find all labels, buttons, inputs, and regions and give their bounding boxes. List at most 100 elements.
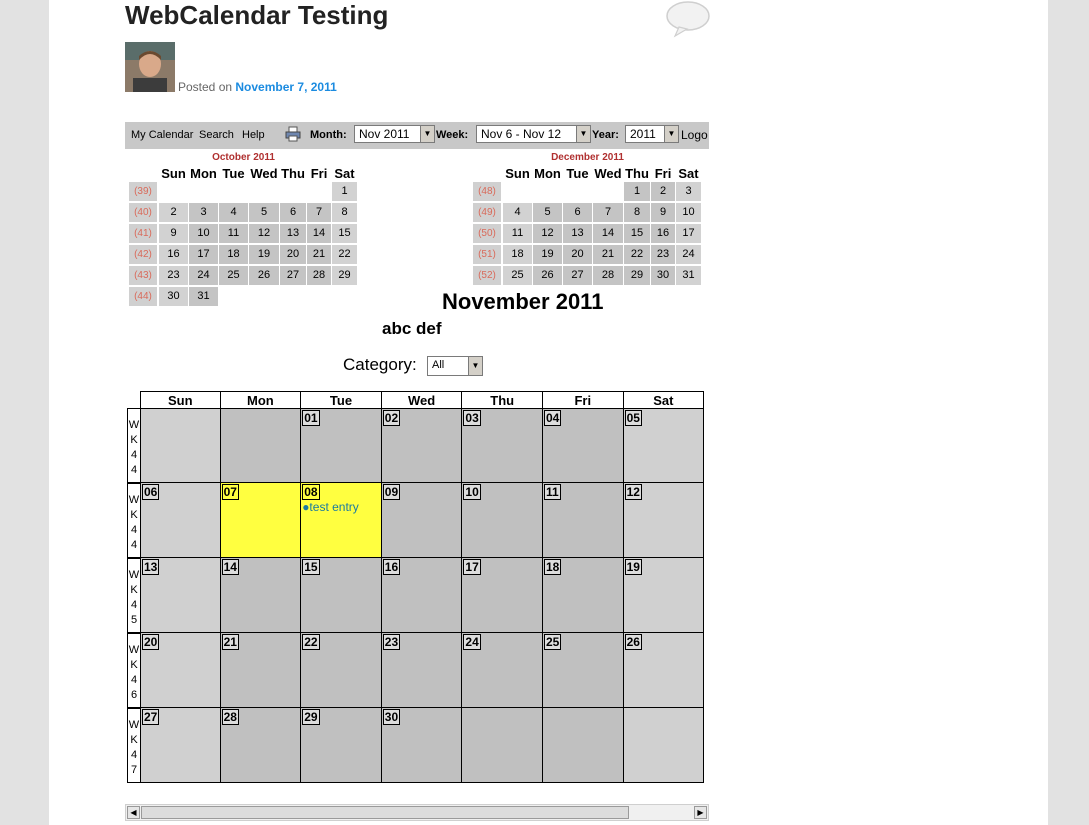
- day-number-link[interactable]: 18: [544, 559, 562, 575]
- mini-day-cell[interactable]: 20: [563, 245, 592, 264]
- mini-day-cell[interactable]: 23: [651, 245, 675, 264]
- mini-day-cell[interactable]: 31: [189, 287, 218, 306]
- mini-day-cell[interactable]: 3: [676, 182, 701, 201]
- day-cell[interactable]: 24: [462, 633, 543, 708]
- mini-day-cell[interactable]: 5: [533, 203, 562, 222]
- day-number-link[interactable]: 03: [463, 410, 481, 426]
- day-number-link[interactable]: 21: [221, 634, 239, 650]
- day-number-link[interactable]: 16: [382, 559, 401, 575]
- mini-day-cell[interactable]: 13: [563, 224, 592, 243]
- week-number-link[interactable]: WK44: [127, 483, 140, 558]
- day-cell[interactable]: 17: [462, 558, 543, 633]
- mini-day-cell[interactable]: 26: [533, 266, 562, 285]
- day-cell[interactable]: 03: [462, 408, 543, 483]
- mini-day-cell[interactable]: 31: [676, 266, 701, 285]
- day-number-link[interactable]: 25: [544, 634, 562, 650]
- mini-day-cell[interactable]: 9: [651, 203, 675, 222]
- mini-day-cell[interactable]: 29: [624, 266, 650, 285]
- day-number-link[interactable]: 29: [302, 709, 320, 725]
- mini-day-cell[interactable]: 3: [189, 203, 218, 222]
- day-cell[interactable]: 15: [301, 558, 382, 633]
- day-cell[interactable]: 11: [543, 483, 624, 558]
- month-select[interactable]: Nov 2011 ▼: [354, 125, 435, 143]
- mini-day-cell[interactable]: 1: [624, 182, 650, 201]
- mini-day-cell[interactable]: 19: [249, 245, 279, 264]
- search-link[interactable]: Search: [199, 129, 234, 141]
- mini-day-cell[interactable]: 9: [159, 224, 188, 243]
- my-calendar-link[interactable]: My Calendar: [131, 129, 193, 141]
- day-number-link[interactable]: 01: [302, 410, 320, 426]
- category-select[interactable]: All ▼: [427, 356, 483, 376]
- day-number-link[interactable]: 23: [382, 634, 401, 650]
- mini-day-cell[interactable]: 1: [332, 182, 357, 201]
- week-number-link[interactable]: WK47: [127, 708, 140, 783]
- mini-week-number[interactable]: (49): [473, 203, 501, 222]
- mini-day-cell[interactable]: 20: [280, 245, 306, 264]
- arrow-right-icon[interactable]: ▶: [694, 806, 707, 819]
- mini-day-cell[interactable]: 4: [219, 203, 248, 222]
- day-cell[interactable]: 08 ●test entry: [301, 483, 382, 558]
- post-title[interactable]: WebCalendar Testing: [125, 0, 388, 30]
- mini-day-cell[interactable]: 21: [593, 245, 623, 264]
- mini-week-number[interactable]: (40): [129, 203, 157, 222]
- mini-day-cell[interactable]: 14: [593, 224, 623, 243]
- mini-day-cell[interactable]: 30: [159, 287, 188, 306]
- mini-day-cell[interactable]: 27: [563, 266, 592, 285]
- day-number-link[interactable]: 27: [142, 709, 160, 725]
- mini-week-number[interactable]: (51): [473, 245, 501, 264]
- mini-day-cell[interactable]: 10: [676, 203, 701, 222]
- mini-day-cell[interactable]: 10: [189, 224, 218, 243]
- day-number-link[interactable]: 11: [544, 484, 561, 500]
- mini-week-number[interactable]: (52): [473, 266, 501, 285]
- mini-day-cell[interactable]: 28: [593, 266, 623, 285]
- year-select[interactable]: 2011 ▼: [625, 125, 679, 143]
- day-cell[interactable]: 07: [220, 483, 302, 558]
- mini-day-cell[interactable]: 14: [307, 224, 331, 243]
- horizontal-scrollbar[interactable]: ◀ ▶: [125, 804, 709, 821]
- day-number-link[interactable]: 13: [142, 559, 160, 575]
- calendar-event[interactable]: ●test entry: [302, 500, 359, 514]
- mini-day-cell[interactable]: 22: [624, 245, 650, 264]
- mini-day-cell[interactable]: 16: [651, 224, 675, 243]
- printer-icon[interactable]: [285, 126, 301, 142]
- day-number-link[interactable]: 05: [624, 410, 642, 426]
- mini-day-cell[interactable]: 13: [280, 224, 306, 243]
- day-number-link[interactable]: 09: [382, 484, 401, 500]
- day-number-link[interactable]: 15: [302, 559, 320, 575]
- mini-week-number[interactable]: (44): [129, 287, 157, 306]
- day-cell[interactable]: 26: [623, 633, 705, 708]
- mini-day-cell[interactable]: 23: [159, 266, 188, 285]
- mini-day-cell[interactable]: 27: [280, 266, 306, 285]
- mini-day-cell[interactable]: 22: [332, 245, 357, 264]
- mini-day-cell[interactable]: 11: [503, 224, 532, 243]
- day-number-link[interactable]: 04: [544, 410, 562, 426]
- mini-week-number[interactable]: (41): [129, 224, 157, 243]
- day-number-link[interactable]: 26: [624, 634, 642, 650]
- mini-day-cell[interactable]: 4: [503, 203, 532, 222]
- week-select[interactable]: Nov 6 - Nov 12 ▼: [476, 125, 591, 143]
- mini-week-number[interactable]: (48): [473, 182, 501, 201]
- arrow-left-icon[interactable]: ◀: [127, 806, 140, 819]
- day-cell[interactable]: 29: [301, 708, 382, 783]
- day-cell[interactable]: 05: [623, 408, 705, 483]
- mini-day-cell[interactable]: 25: [219, 266, 248, 285]
- mini-day-cell[interactable]: 12: [533, 224, 562, 243]
- day-number-link[interactable]: 07: [221, 484, 239, 500]
- day-cell[interactable]: 20: [140, 633, 221, 708]
- mini-day-cell[interactable]: 7: [593, 203, 623, 222]
- day-cell[interactable]: 10: [462, 483, 543, 558]
- scrollbar-thumb[interactable]: [141, 806, 629, 819]
- day-number-link[interactable]: 14: [221, 559, 239, 575]
- logout-link[interactable]: Logo: [681, 128, 708, 142]
- day-number-link[interactable]: 22: [302, 634, 320, 650]
- day-number-link[interactable]: 30: [382, 709, 401, 725]
- posted-date-link[interactable]: November 7, 2011: [235, 80, 336, 94]
- day-cell[interactable]: 04: [543, 408, 624, 483]
- day-number-link[interactable]: 24: [463, 634, 481, 650]
- mini-day-cell[interactable]: 21: [307, 245, 331, 264]
- day-cell[interactable]: 18: [543, 558, 624, 633]
- mini-week-number[interactable]: (39): [129, 182, 157, 201]
- day-number-link[interactable]: 17: [463, 559, 481, 575]
- day-number-link[interactable]: 08: [302, 484, 320, 500]
- mini-day-cell[interactable]: 26: [249, 266, 279, 285]
